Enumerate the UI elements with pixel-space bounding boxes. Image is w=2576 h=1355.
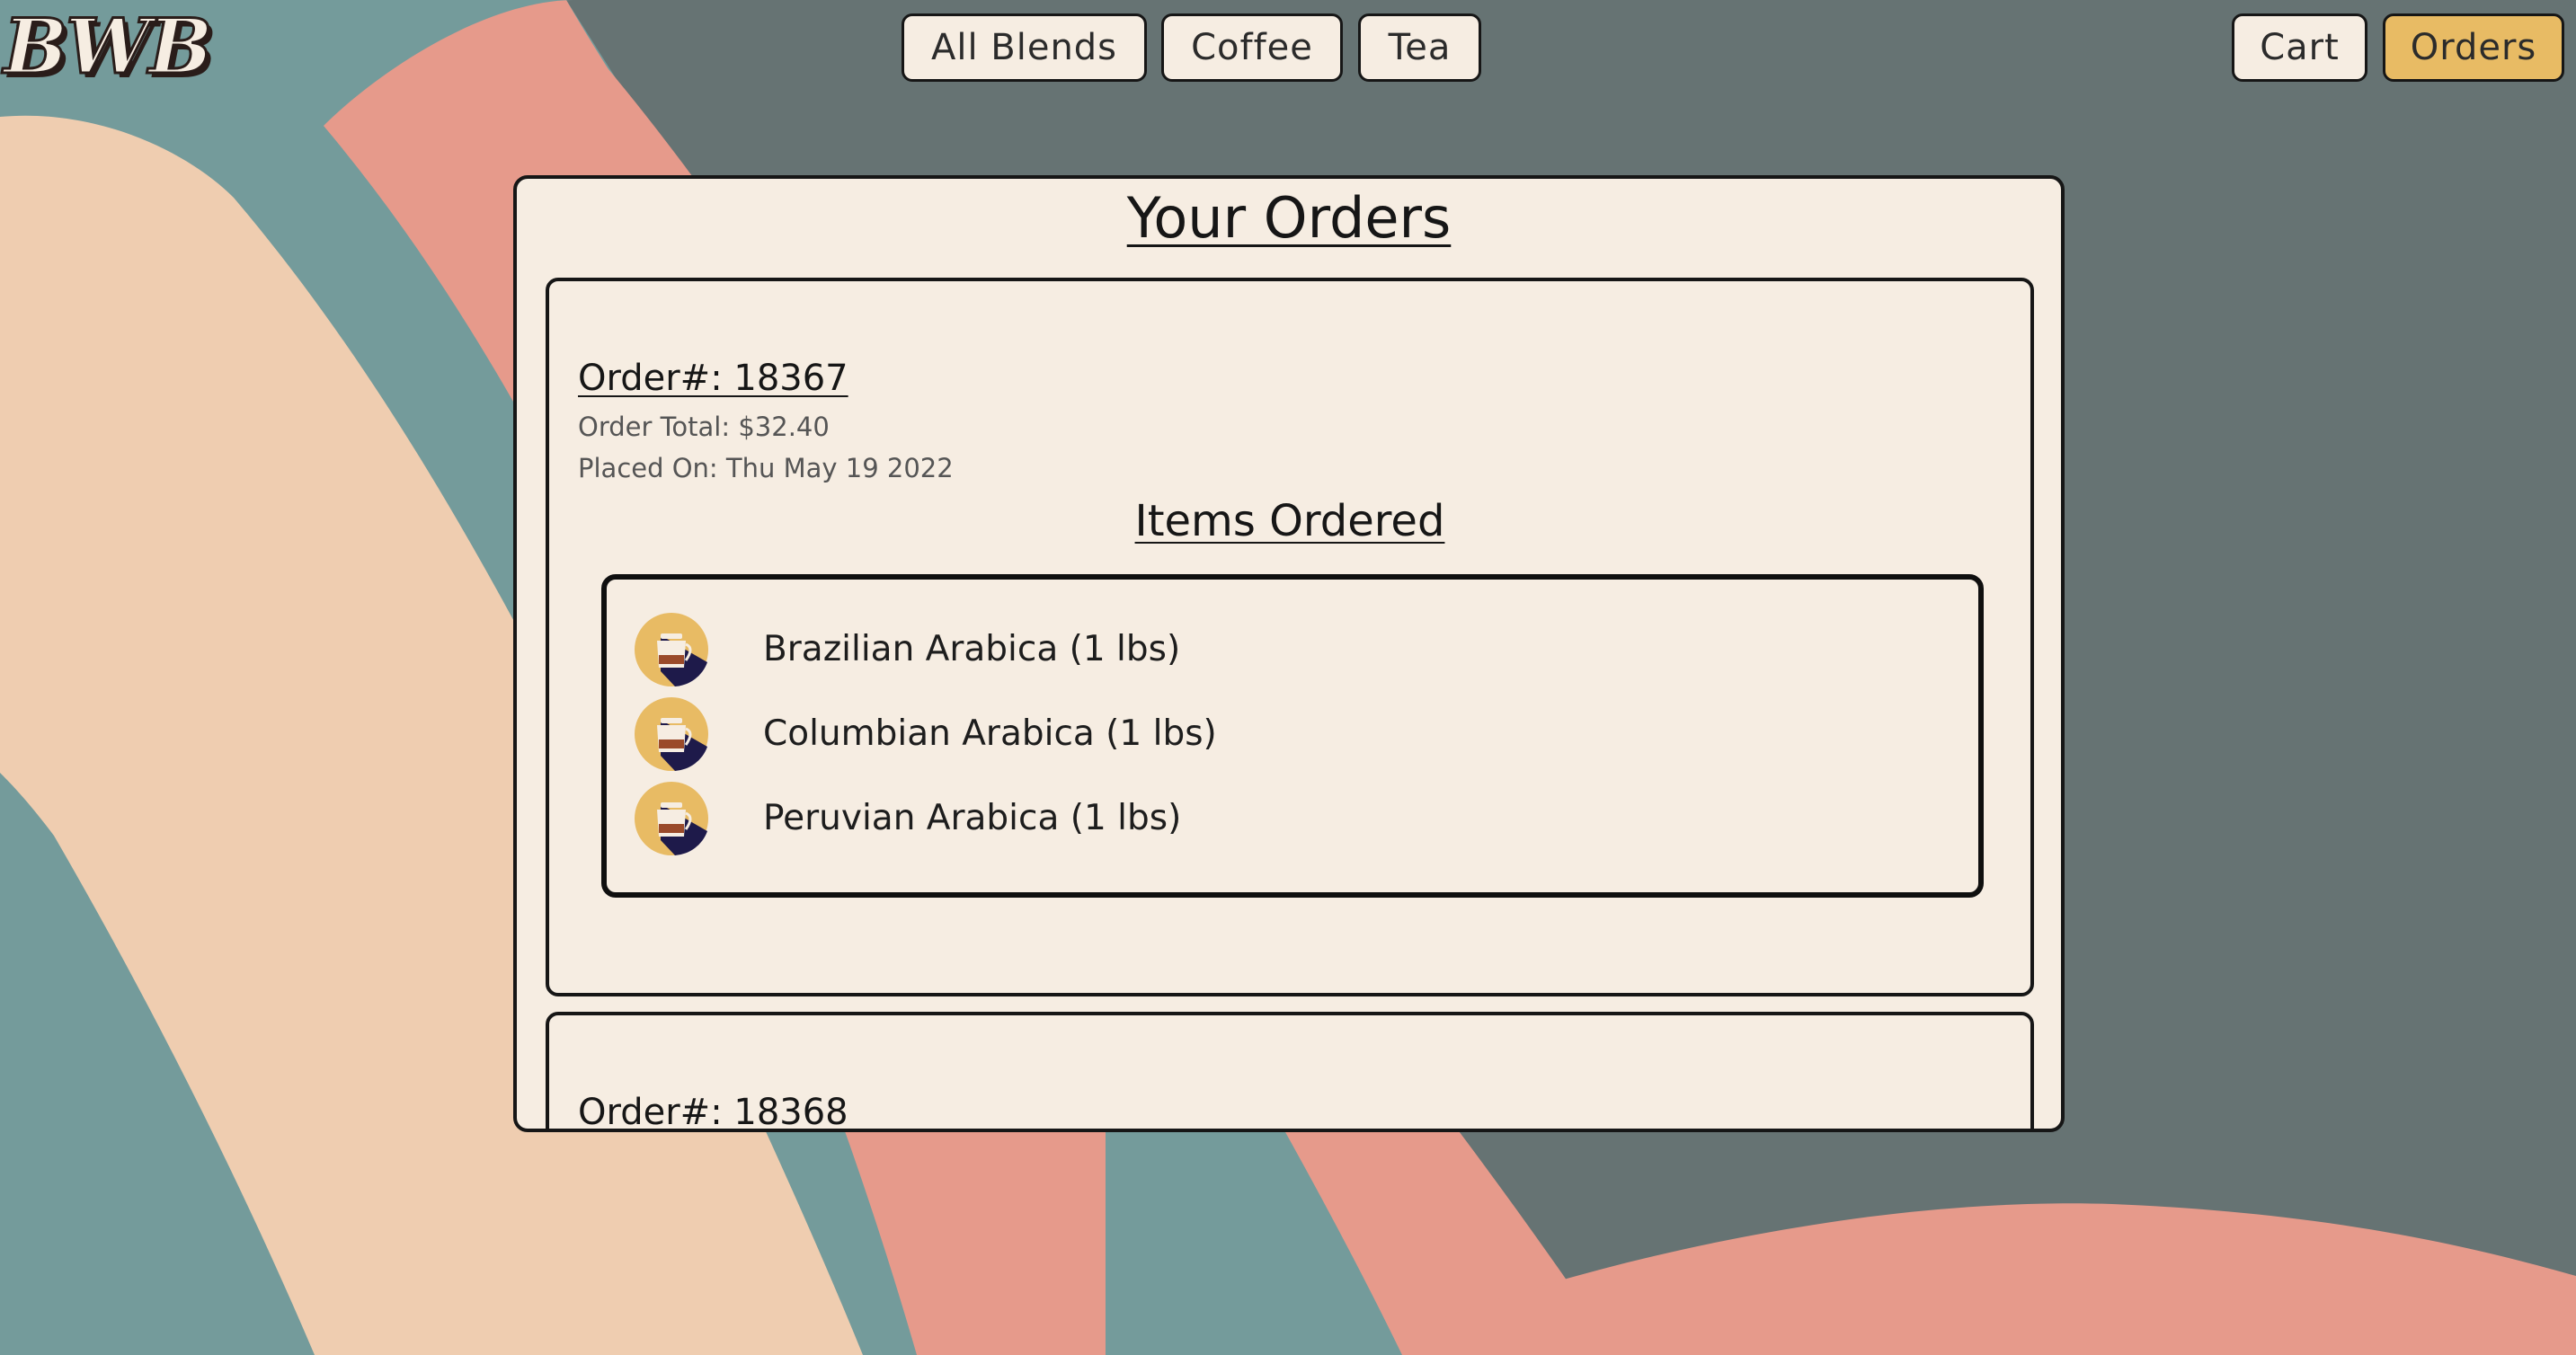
cart-button[interactable]: Cart — [2232, 13, 2367, 82]
order-number[interactable]: Order#: 18367 — [578, 357, 848, 400]
list-item: Brazilian Arabica (1 lbs) — [634, 612, 1180, 687]
brand-logo[interactable]: BWB — [2, 2, 213, 91]
order-total: Order Total: $32.40 — [578, 412, 830, 442]
order-card: Order#: 18367 Order Total: $32.40 Placed… — [546, 278, 2034, 996]
items-ordered-heading: Items Ordered — [1134, 496, 1445, 546]
nav-coffee-button[interactable]: Coffee — [1161, 13, 1343, 82]
order-number[interactable]: Order#: 18368 — [578, 1091, 848, 1129]
order-date: Placed On: Thu May 19 2022 — [578, 453, 954, 483]
items-list: Brazilian Arabica (1 lbs) Columbian Arab… — [601, 574, 1984, 898]
coffee-pot-icon — [635, 613, 708, 686]
orders-button[interactable]: Orders — [2383, 13, 2564, 82]
coffee-pot-icon — [635, 782, 708, 855]
nav-all-blends-button[interactable]: All Blends — [902, 13, 1147, 82]
order-card: Order#: 18368 — [546, 1012, 2034, 1129]
list-item: Columbian Arabica (1 lbs) — [634, 696, 1217, 772]
list-item: Peruvian Arabica (1 lbs) — [634, 781, 1181, 856]
page-title: Your Orders — [1126, 185, 1452, 251]
item-name: Brazilian Arabica (1 lbs) — [763, 629, 1181, 669]
orders-panel[interactable]: Your Orders Order#: 18367 Order Total: $… — [513, 175, 2065, 1132]
item-name: Peruvian Arabica (1 lbs) — [763, 798, 1182, 838]
coffee-pot-icon — [635, 697, 708, 771]
nav-tea-button[interactable]: Tea — [1358, 13, 1481, 82]
item-name: Columbian Arabica (1 lbs) — [763, 713, 1217, 754]
